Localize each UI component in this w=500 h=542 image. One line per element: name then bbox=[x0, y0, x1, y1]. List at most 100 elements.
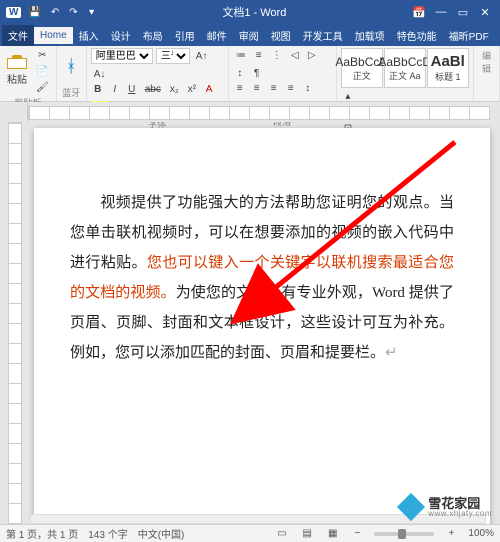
font-family-select[interactable]: 阿里巴巴普 bbox=[91, 48, 153, 64]
ribbon-tabs: 文件 Home 插入 设计 布局 引用 邮件 审阅 视图 开发工具 加载项 特色… bbox=[0, 24, 500, 46]
tab-view[interactable]: 视图 bbox=[265, 25, 297, 46]
style-name: 标题 1 bbox=[435, 70, 461, 83]
status-word-count[interactable]: 143 个字 bbox=[88, 526, 127, 541]
close-icon[interactable]: ✕ bbox=[476, 6, 494, 19]
cut-icon[interactable]: ✂ bbox=[33, 48, 52, 63]
window-controls: 📅 — ▭ ✕ bbox=[410, 6, 494, 19]
strike-button[interactable]: abc bbox=[142, 82, 164, 97]
superscript-button[interactable]: x² bbox=[185, 82, 199, 97]
group-clipboard: 粘贴 ✂ 📄 🖌 剪贴板 bbox=[0, 46, 57, 101]
clipboard-icon bbox=[7, 58, 27, 69]
paste-label: 粘贴 bbox=[7, 71, 27, 86]
qat: W 💾 ↶ ↷ ▾ bbox=[6, 5, 99, 20]
ribbon-options-icon[interactable]: 📅 bbox=[410, 6, 428, 19]
save-icon[interactable]: 💾 bbox=[25, 5, 43, 20]
group-bluetooth: ᚼ 蓝牙 bbox=[57, 46, 87, 101]
increase-indent-icon[interactable]: ▷ bbox=[305, 48, 319, 63]
tab-foxit[interactable]: 福昕PDF bbox=[443, 25, 495, 46]
copy-icon[interactable]: 📄 bbox=[33, 64, 52, 79]
document-body[interactable]: 视频提供了功能强大的方法帮助您证明您的观点。当您单击联机视频时，可以在想要添加的… bbox=[70, 188, 454, 368]
status-bar: 第 1 页，共 1 页 143 个字 中文(中国) ▭ ▤ ▦ − + 100% bbox=[0, 524, 500, 542]
shrink-font-icon[interactable]: A↓ bbox=[91, 67, 109, 82]
title-bar: W 💾 ↶ ↷ ▾ 文档1 - Word 📅 — ▭ ✕ bbox=[0, 0, 500, 24]
ruler-area bbox=[0, 102, 500, 122]
workspace: 视频提供了功能强大的方法帮助您证明您的观点。当您单击联机视频时，可以在想要添加的… bbox=[0, 122, 500, 524]
watermark-text-cn: 雪花家园 bbox=[428, 497, 492, 510]
zoom-slider[interactable] bbox=[374, 532, 434, 536]
zoom-thumb[interactable] bbox=[398, 529, 406, 539]
align-left-icon[interactable]: ≡ bbox=[233, 81, 247, 96]
decrease-indent-icon[interactable]: ◁ bbox=[288, 48, 302, 63]
tab-references[interactable]: 引用 bbox=[169, 25, 201, 46]
word-logo-icon: W bbox=[6, 7, 21, 18]
multilevel-icon[interactable]: ⋮ bbox=[269, 48, 285, 63]
style-name: 正文 bbox=[353, 69, 371, 82]
watermark-text-en: www.xhjaty.com bbox=[428, 510, 492, 518]
vertical-ruler-gutter bbox=[0, 122, 28, 524]
zoom-out-icon[interactable]: − bbox=[350, 526, 364, 541]
horizontal-ruler[interactable] bbox=[28, 106, 490, 120]
bold-button[interactable]: B bbox=[91, 82, 105, 97]
paste-button[interactable]: 粘贴 bbox=[4, 56, 30, 88]
text-effects-icon[interactable]: A bbox=[202, 82, 216, 97]
style-preview: AaBbCcD bbox=[378, 55, 431, 69]
qat-more-icon[interactable]: ▾ bbox=[85, 5, 99, 20]
status-page[interactable]: 第 1 页，共 1 页 bbox=[6, 526, 78, 541]
tab-addins[interactable]: 加载项 bbox=[349, 25, 391, 46]
document-page[interactable]: 视频提供了功能强大的方法帮助您证明您的观点。当您单击联机视频时，可以在想要添加的… bbox=[34, 128, 490, 524]
tab-mailings[interactable]: 邮件 bbox=[201, 25, 233, 46]
snowflake-icon bbox=[398, 494, 424, 520]
maximize-icon[interactable]: ▭ bbox=[454, 6, 472, 19]
bullets-icon[interactable]: ≔ bbox=[233, 48, 249, 63]
editing-group-label: 编辑 bbox=[478, 49, 495, 75]
paragraph-mark-icon: ↵ bbox=[385, 345, 398, 361]
zoom-in-icon[interactable]: + bbox=[444, 526, 458, 541]
underline-button[interactable]: U bbox=[125, 82, 139, 97]
view-web-icon[interactable]: ▦ bbox=[325, 526, 340, 541]
vertical-ruler[interactable] bbox=[8, 122, 22, 524]
show-marks-icon[interactable]: ¶ bbox=[250, 66, 264, 81]
style-heading1[interactable]: AaBl标题 1 bbox=[427, 48, 469, 88]
ribbon: 粘贴 ✂ 📄 🖌 剪贴板 ᚼ 蓝牙 阿里巴巴普 三号 A↑ A↓ B I U a… bbox=[0, 46, 500, 102]
group-styles: AaBbCcD正文 AaBbCcD正文 Aa AaBl标题 1 ▴ ▾ ⊡ 样式 bbox=[337, 46, 474, 101]
numbering-icon[interactable]: ≡ bbox=[252, 48, 266, 63]
tab-layout[interactable]: 布局 bbox=[137, 25, 169, 46]
style-preview: AaBl bbox=[431, 53, 465, 70]
style-name: 正文 Aa bbox=[389, 69, 421, 82]
tab-review[interactable]: 审阅 bbox=[233, 25, 265, 46]
tab-insert[interactable]: 插入 bbox=[73, 25, 105, 46]
font-size-select[interactable]: 三号 bbox=[156, 48, 190, 64]
status-language[interactable]: 中文(中国) bbox=[138, 526, 185, 541]
align-center-icon[interactable]: ≡ bbox=[250, 81, 264, 96]
tab-acrobat[interactable]: 特色功能 bbox=[391, 25, 443, 46]
minimize-icon[interactable]: — bbox=[432, 6, 450, 19]
bluetooth-icon[interactable]: ᚼ bbox=[61, 48, 82, 85]
format-painter-icon[interactable]: 🖌 bbox=[33, 80, 52, 95]
grow-font-icon[interactable]: A↑ bbox=[193, 49, 211, 64]
page-holder: 视频提供了功能强大的方法帮助您证明您的观点。当您单击联机视频时，可以在想要添加的… bbox=[28, 122, 500, 524]
undo-icon[interactable]: ↶ bbox=[48, 5, 62, 20]
document-title: 文档1 - Word bbox=[99, 4, 410, 20]
style-normal[interactable]: AaBbCcD正文 bbox=[341, 48, 383, 88]
line-spacing-icon[interactable]: ↕ bbox=[301, 81, 315, 96]
tab-design[interactable]: 设计 bbox=[105, 25, 137, 46]
tab-tellme[interactable]: ♀ bbox=[495, 27, 500, 44]
justify-icon[interactable]: ≡ bbox=[284, 81, 298, 96]
view-read-icon[interactable]: ▭ bbox=[274, 526, 289, 541]
zoom-level[interactable]: 100% bbox=[468, 528, 494, 539]
watermark-logo: 雪花家园 www.xhjaty.com bbox=[398, 494, 492, 520]
sort-icon[interactable]: ↕ bbox=[233, 66, 247, 81]
tab-developer[interactable]: 开发工具 bbox=[297, 25, 349, 46]
tab-file[interactable]: 文件 bbox=[2, 25, 34, 46]
style-body[interactable]: AaBbCcD正文 Aa bbox=[384, 48, 426, 88]
subscript-button[interactable]: x₂ bbox=[167, 82, 182, 97]
view-print-icon[interactable]: ▤ bbox=[300, 526, 315, 541]
bluetooth-group-label: 蓝牙 bbox=[61, 86, 82, 99]
group-editing: 编辑 bbox=[474, 46, 500, 101]
ruler-corner bbox=[0, 102, 28, 122]
italic-button[interactable]: I bbox=[108, 82, 122, 97]
align-right-icon[interactable]: ≡ bbox=[267, 81, 281, 96]
redo-icon[interactable]: ↷ bbox=[66, 5, 80, 20]
group-paragraph: ≔ ≡ ⋮ ◁ ▷ ↕ ¶ ≡ ≡ ≡ ≡ ↕ ▦ ▢ 段落 bbox=[229, 46, 337, 101]
tab-home[interactable]: Home bbox=[34, 27, 73, 44]
